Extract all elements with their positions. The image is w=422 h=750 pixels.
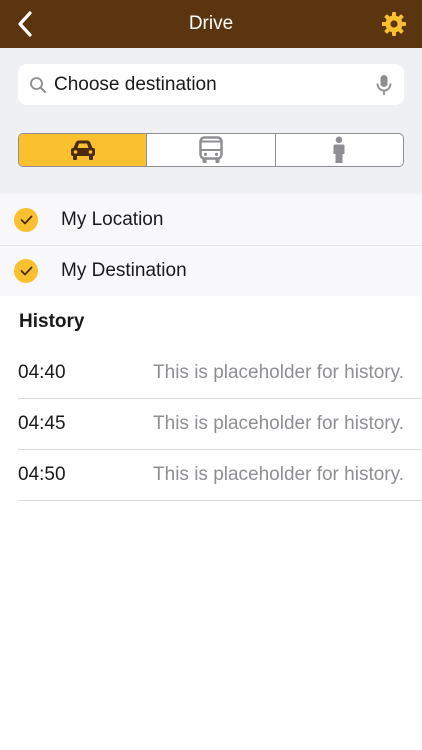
navigation-bar: Drive [0, 0, 422, 48]
history-item[interactable]: 04:40 This is placeholder for history. [18, 348, 422, 399]
person-icon [333, 136, 345, 163]
route-panel [0, 48, 422, 194]
history-time: 04:45 [18, 413, 66, 434]
search-icon [29, 76, 47, 94]
waypoint-my-location[interactable]: My Location [0, 194, 422, 245]
gear-icon [382, 12, 406, 36]
travel-mode-selector [18, 133, 404, 167]
mode-transit-tab[interactable] [147, 134, 276, 166]
page-title: Drive [188, 13, 234, 34]
car-icon [70, 140, 95, 160]
mode-car-tab[interactable] [19, 134, 148, 166]
destination-search-input[interactable] [47, 64, 375, 105]
chevron-left-icon [18, 11, 32, 37]
history-time: 04:50 [18, 464, 66, 485]
waypoint-label: My Destination [61, 260, 187, 281]
history-list: 04:40 This is placeholder for history. 0… [18, 348, 422, 501]
history-note: This is placeholder for history. [153, 464, 404, 485]
checkmark-icon [14, 259, 38, 283]
bus-icon [199, 136, 223, 163]
microphone-icon[interactable] [375, 74, 393, 96]
history-note: This is placeholder for history. [153, 413, 404, 434]
waypoint-my-destination[interactable]: My Destination [0, 245, 422, 296]
history-item[interactable]: 04:45 This is placeholder for history. [18, 399, 422, 450]
checkmark-icon [14, 207, 38, 232]
settings-button[interactable] [380, 10, 408, 38]
mode-walk-tab[interactable] [276, 134, 403, 166]
history-time: 04:40 [18, 362, 66, 383]
waypoint-label: My Location [61, 208, 164, 230]
search-box[interactable] [18, 64, 404, 105]
history-note: This is placeholder for history. [153, 362, 404, 383]
waypoint-list: My Location My Destination [0, 194, 422, 296]
history-item[interactable]: 04:50 This is placeholder for history. [18, 450, 422, 501]
back-button[interactable] [12, 10, 38, 38]
history-heading: History [19, 311, 85, 332]
